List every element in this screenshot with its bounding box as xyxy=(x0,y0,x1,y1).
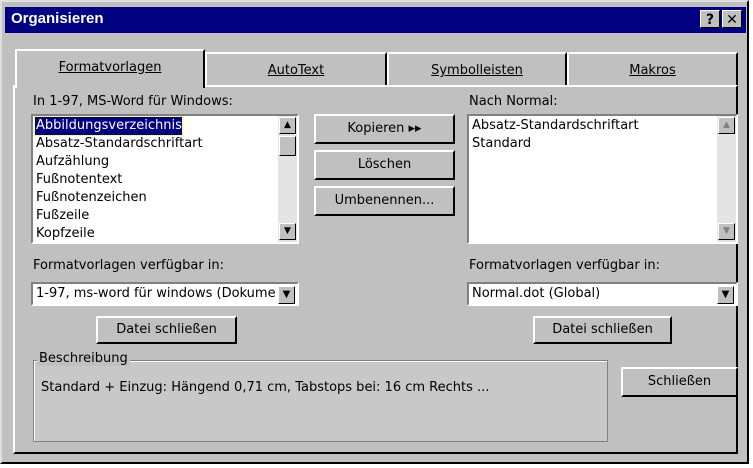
tab-makros[interactable]: Makros xyxy=(567,52,738,85)
scroll-down-icon[interactable]: ▼ xyxy=(279,223,296,240)
scroll-up-icon[interactable]: ▲ xyxy=(718,117,735,134)
target-scrollbar[interactable]: ▲ ▼ xyxy=(717,116,736,242)
list-item[interactable]: Aufzählung xyxy=(35,153,109,171)
tab-formatvorlagen[interactable]: Formatvorlagen xyxy=(15,49,205,88)
scroll-down-icon[interactable]: ▼ xyxy=(718,223,735,240)
description-label: Beschreibung xyxy=(37,351,130,366)
target-available-select[interactable]: Normal.dot (Global) ▼ xyxy=(467,282,738,306)
list-item[interactable]: Abbildungsverzeichnis xyxy=(34,116,183,136)
source-available-label: Formatvorlagen verfügbar in: xyxy=(33,258,225,273)
scroll-up-icon[interactable]: ▲ xyxy=(279,117,296,134)
source-available-select[interactable]: 1-97, ms-word für windows (Dokume ▼ xyxy=(31,282,299,306)
close-dialog-button[interactable]: Schließen xyxy=(621,367,738,397)
tab-symbolleisten-label: Symbolleisten xyxy=(431,63,523,78)
delete-button[interactable]: Löschen xyxy=(314,150,455,180)
tab-makros-label: Makros xyxy=(629,63,676,78)
list-item[interactable]: Fußnotenzeichen xyxy=(35,189,147,207)
title-bar: Organisieren ? ✕ xyxy=(5,7,746,33)
target-available-value: Normal.dot (Global) xyxy=(472,286,601,301)
chevron-down-icon[interactable]: ▼ xyxy=(278,286,295,304)
target-list-label: Nach Normal: xyxy=(469,94,558,109)
list-item[interactable]: Standard xyxy=(471,135,531,153)
list-item[interactable]: Fußnotentext xyxy=(35,171,122,189)
copy-button[interactable]: Kopieren ▸▸ xyxy=(314,114,455,144)
close-target-file-button[interactable]: Datei schließen xyxy=(533,316,672,344)
dialog-title: Organisieren xyxy=(11,10,104,27)
tab-symbolleisten[interactable]: Symbolleisten xyxy=(387,52,567,85)
tab-autotext[interactable]: AutoText xyxy=(205,52,387,85)
chevron-down-icon[interactable]: ▼ xyxy=(717,286,734,304)
list-item[interactable]: Absatz-Standardschriftart xyxy=(35,135,203,153)
tab-autotext-label: AutoText xyxy=(267,63,325,78)
list-item[interactable]: Absatz-Standardschriftart xyxy=(471,117,639,135)
list-item[interactable]: Kopfzeile xyxy=(35,225,95,243)
help-button[interactable]: ? xyxy=(700,10,720,28)
rename-button[interactable]: Umbenennen... xyxy=(314,186,455,216)
scroll-thumb[interactable] xyxy=(279,136,296,156)
close-icon[interactable]: ✕ xyxy=(722,10,742,28)
target-style-list[interactable]: Absatz-Standardschriftart Standard ▲ ▼ xyxy=(467,114,738,244)
tab-formatvorlagen-label: Formatvorlagen xyxy=(58,60,162,75)
list-item[interactable]: Fußzeile xyxy=(35,207,89,225)
source-scrollbar[interactable]: ▲ ▼ xyxy=(278,116,297,242)
source-style-list[interactable]: Abbildungsverzeichnis Absatz-Standardsch… xyxy=(31,114,299,244)
source-available-value: 1-97, ms-word für windows (Dokume xyxy=(36,286,276,301)
source-list-label: In 1-97, MS-Word für Windows: xyxy=(33,94,233,109)
close-source-file-button[interactable]: Datei schließen xyxy=(96,316,237,344)
target-available-label: Formatvorlagen verfügbar in: xyxy=(469,258,661,273)
description-group xyxy=(33,360,608,442)
description-text: Standard + Einzug: Hängend 0,71 cm, Tabs… xyxy=(41,380,490,395)
